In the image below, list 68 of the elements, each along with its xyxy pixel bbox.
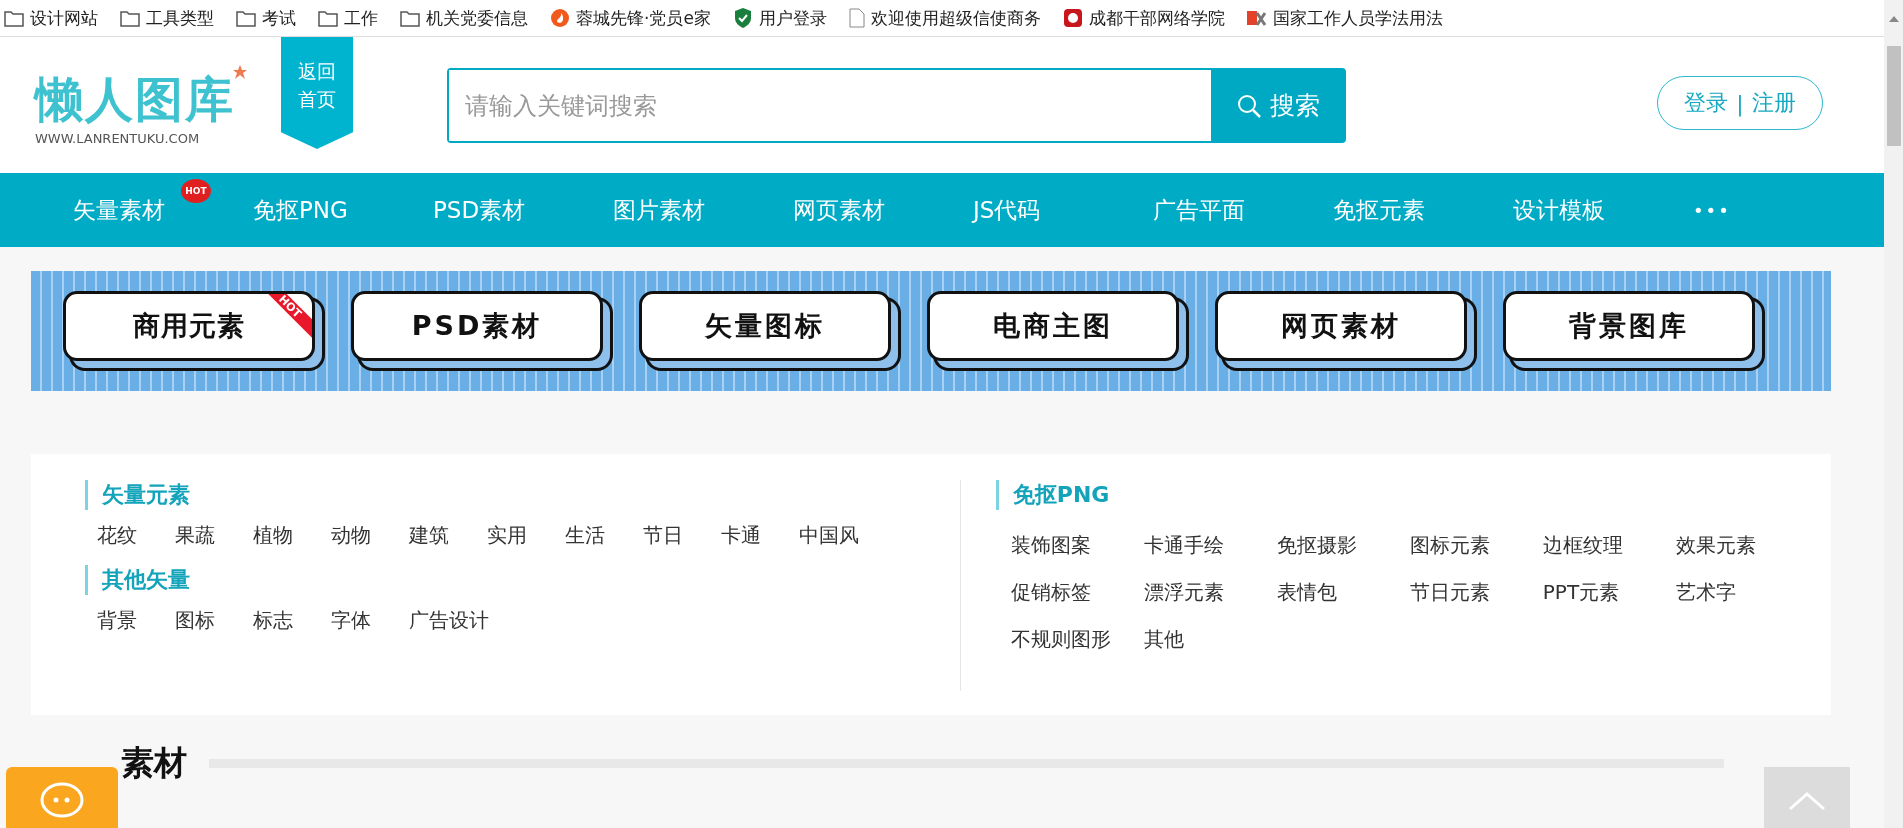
- category-tag[interactable]: 其他: [1143, 626, 1184, 653]
- category-title: 免抠PNG: [995, 480, 1110, 510]
- bookmark-link[interactable]: 蓉城先锋·党员e家: [550, 6, 711, 30]
- category-tag[interactable]: 漂浮元素: [1143, 579, 1224, 606]
- bookmark-link[interactable]: 工具类型: [120, 6, 214, 30]
- scroll-up-icon[interactable]: [1888, 16, 1899, 22]
- category-tag[interactable]: 表情包: [1276, 579, 1337, 606]
- category-tag[interactable]: 背景: [97, 607, 137, 634]
- logo-url: WWW.LANRENTUKU.COM: [35, 131, 200, 146]
- category-tag[interactable]: 生活: [565, 522, 605, 549]
- chevron-up-icon: [1788, 791, 1826, 811]
- star-icon: [233, 65, 247, 79]
- category-tag[interactable]: 广告设计: [409, 607, 489, 634]
- chat-button[interactable]: [6, 767, 118, 828]
- hot-badge: HOT: [181, 178, 211, 203]
- category-tag[interactable]: 中国风: [799, 522, 859, 549]
- search-icon: [1235, 92, 1262, 119]
- bookmark-link[interactable]: 用户登录: [732, 6, 827, 30]
- category-tag[interactable]: 卡通手绘: [1143, 532, 1224, 559]
- bookmark-link[interactable]: 机关党委信息: [400, 6, 528, 30]
- folder-icon: [400, 9, 420, 27]
- scrollbar-thumb[interactable]: [1886, 46, 1901, 146]
- bookmark-label: 设计网站: [30, 6, 98, 30]
- folder-icon: [318, 9, 338, 27]
- folder-icon: [4, 9, 24, 27]
- folder-icon: [236, 9, 256, 27]
- category-tag[interactable]: 免抠摄影: [1276, 532, 1357, 559]
- fx-icon: [1246, 9, 1267, 27]
- badge-icon: [1062, 8, 1083, 28]
- bookmark-link[interactable]: 考试: [236, 6, 296, 30]
- category-title: 矢量元素: [85, 480, 190, 510]
- category-tag[interactable]: 实用: [487, 522, 527, 549]
- category-tag[interactable]: 图标: [175, 607, 215, 634]
- bookmark-label: 工具类型: [146, 6, 214, 30]
- category-tag[interactable]: 效果元素: [1675, 532, 1756, 559]
- bookmark-link[interactable]: 成都干部网络学院: [1062, 6, 1225, 30]
- section-title: 素材: [121, 742, 187, 784]
- category-tag[interactable]: 动物: [331, 522, 371, 549]
- category-tag[interactable]: 促销标签: [1010, 579, 1091, 606]
- category-tag[interactable]: 建筑: [409, 522, 449, 549]
- category-tag[interactable]: 节日: [643, 522, 683, 549]
- bookmark-label: 成都干部网络学院: [1088, 6, 1225, 30]
- bookmark-link[interactable]: 设计网站: [4, 6, 98, 30]
- bookmark-label: 工作: [344, 6, 378, 30]
- category-tag[interactable]: 装饰图案: [1010, 532, 1091, 559]
- category-tag[interactable]: 花纹: [97, 522, 137, 549]
- flame-icon: [550, 8, 570, 28]
- category-tag[interactable]: 图标元素: [1409, 532, 1490, 559]
- bookmark-label: 用户登录: [758, 6, 827, 30]
- category-title: 其他矢量: [85, 565, 190, 595]
- bookmark-label: 机关党委信息: [426, 6, 528, 30]
- category-tag[interactable]: 边框纹理: [1542, 532, 1623, 559]
- category-tag[interactable]: 字体: [331, 607, 371, 634]
- category-tag[interactable]: 果蔬: [175, 522, 215, 549]
- bookmark-label: 考试: [262, 6, 296, 30]
- category-tag[interactable]: PPT元素: [1542, 579, 1620, 606]
- category-tag[interactable]: 不规则图形: [1010, 626, 1111, 653]
- back-to-top-button[interactable]: [1764, 767, 1850, 828]
- category-tag[interactable]: 标志: [253, 607, 293, 634]
- bookmark-label: 蓉城先锋·党员e家: [576, 6, 711, 30]
- page-icon: [848, 8, 865, 28]
- category-tag[interactable]: 卡通: [721, 522, 761, 549]
- folder-icon: [120, 9, 140, 27]
- category-tag[interactable]: 节日元素: [1409, 579, 1490, 606]
- category-tag[interactable]: 植物: [253, 522, 293, 549]
- bookmark-link[interactable]: 工作: [318, 6, 378, 30]
- category-tag[interactable]: 艺术字: [1675, 579, 1736, 606]
- shield-icon: [732, 7, 753, 29]
